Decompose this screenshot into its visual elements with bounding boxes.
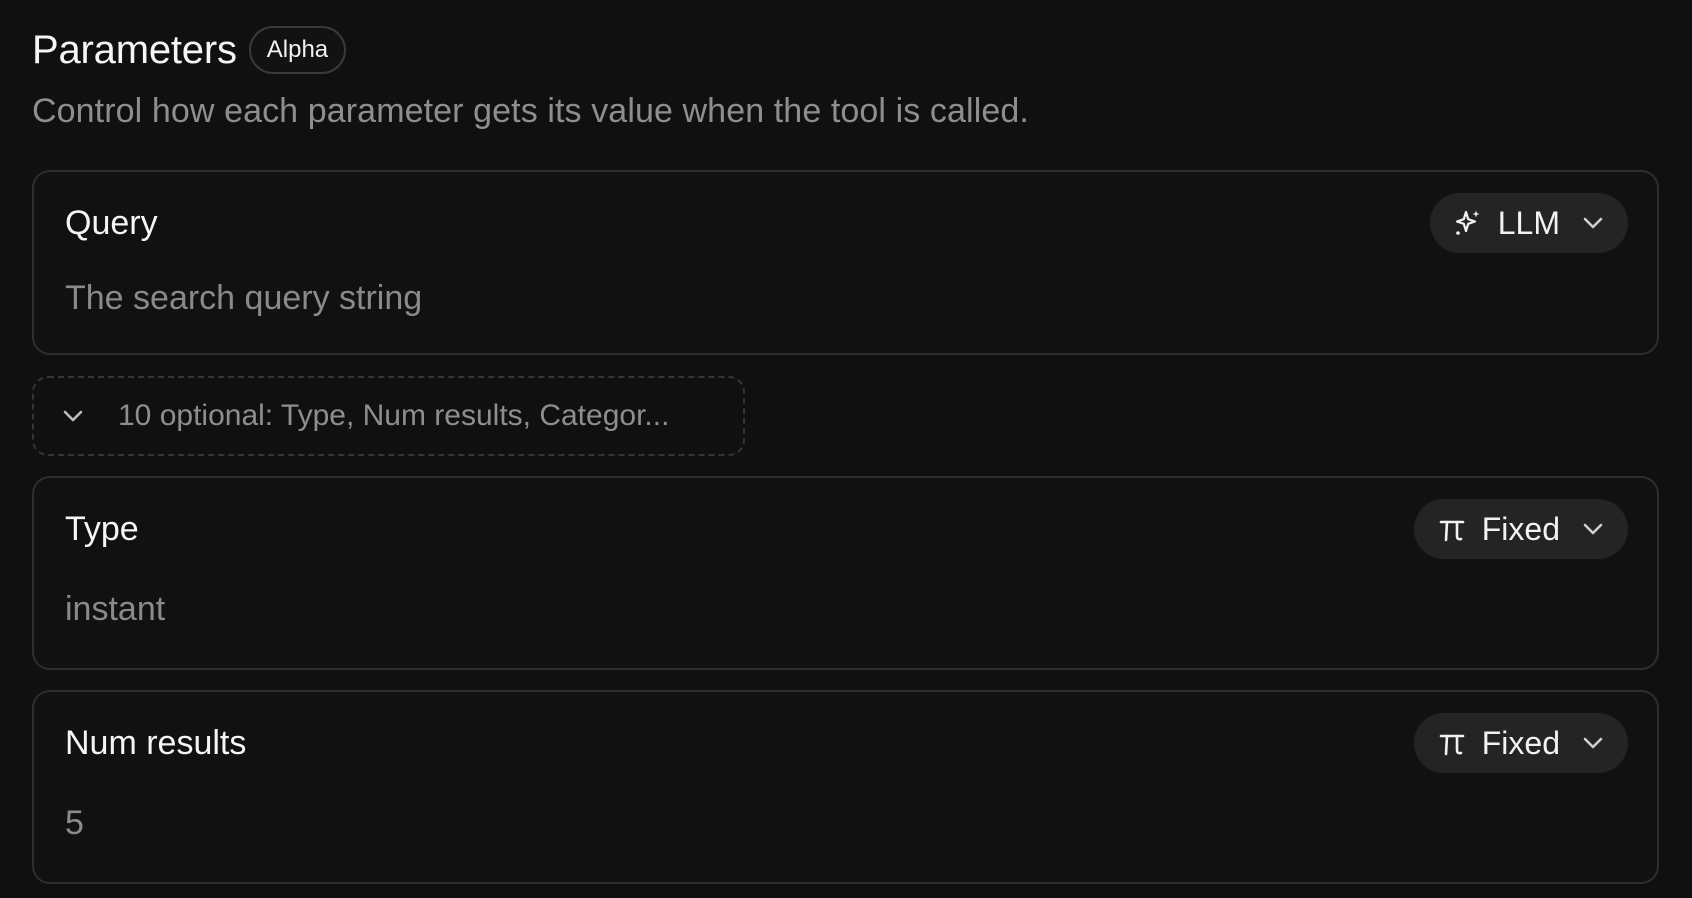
parameter-value: The search query string bbox=[65, 279, 423, 317]
page-title: Parameters bbox=[32, 27, 237, 72]
mode-select-num-results[interactable]: Fixed bbox=[1413, 713, 1628, 773]
mode-label: Fixed bbox=[1481, 510, 1560, 547]
parameter-name: Type bbox=[65, 510, 139, 548]
alpha-badge: Alpha bbox=[248, 26, 347, 74]
sparkle-icon bbox=[1452, 207, 1484, 239]
page-subtitle: Control how each parameter gets its valu… bbox=[32, 92, 1029, 130]
chevron-down-icon bbox=[1580, 516, 1606, 542]
mode-label: LLM bbox=[1497, 204, 1560, 241]
chevron-down-icon bbox=[58, 401, 88, 431]
chevron-down-icon bbox=[1580, 210, 1606, 236]
parameter-card-type: Type Fixed instant bbox=[32, 476, 1659, 670]
optional-parameters-label: 10 optional: Type, Num results, Categor.… bbox=[118, 399, 670, 432]
parameter-card-query: Query LLM The search query string bbox=[32, 170, 1659, 355]
pi-icon bbox=[1436, 513, 1468, 545]
mode-select-type[interactable]: Fixed bbox=[1413, 499, 1628, 559]
parameter-value: instant bbox=[65, 590, 166, 628]
optional-parameters-toggle[interactable]: 10 optional: Type, Num results, Categor.… bbox=[32, 376, 745, 456]
parameter-name: Query bbox=[65, 204, 158, 242]
chevron-down-icon bbox=[1580, 730, 1606, 756]
parameter-card-num-results: Num results Fixed 5 bbox=[32, 690, 1659, 884]
pi-icon bbox=[1436, 727, 1468, 759]
parameter-value: 5 bbox=[65, 804, 84, 842]
header: Parameters Alpha bbox=[32, 24, 347, 76]
parameters-panel: Parameters Alpha Control how each parame… bbox=[0, 0, 1692, 898]
mode-label: Fixed bbox=[1481, 724, 1560, 761]
mode-select-query[interactable]: LLM bbox=[1429, 193, 1628, 253]
parameter-name: Num results bbox=[65, 724, 247, 762]
